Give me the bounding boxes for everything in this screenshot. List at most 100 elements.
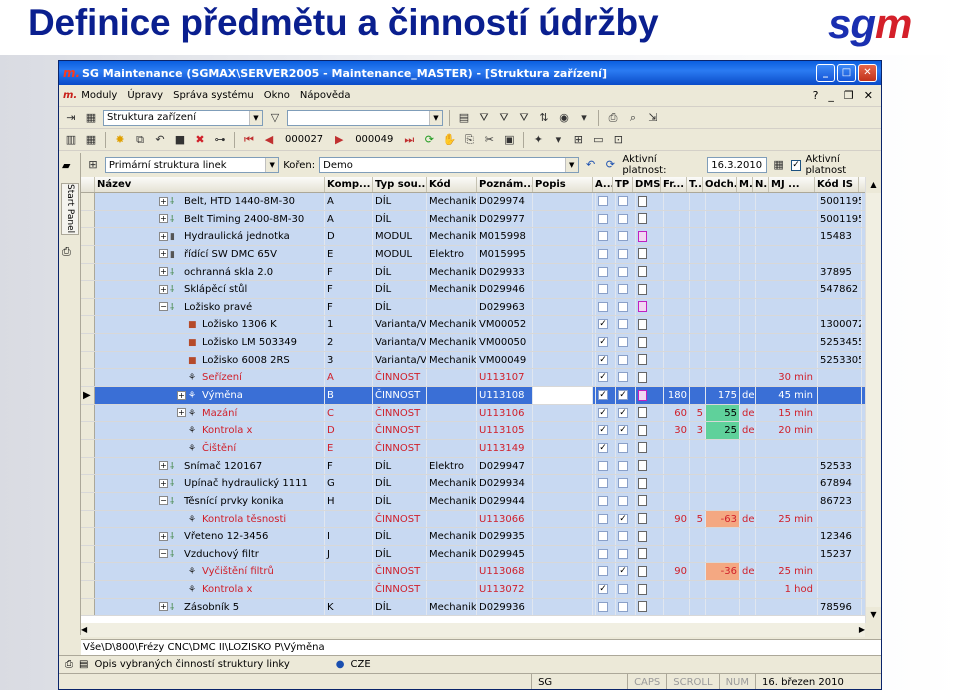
exit-icon[interactable]: ⇥ (63, 110, 79, 126)
kod-is-cell[interactable]: 547862 (818, 281, 862, 298)
position-cell[interactable]: 1 (325, 316, 373, 334)
unit-cell[interactable] (740, 210, 756, 228)
code-cell[interactable]: D029933 (477, 263, 533, 281)
tp-checkbox[interactable]: ✓ (618, 390, 628, 401)
row-indicator[interactable] (81, 316, 95, 334)
tp-checkbox[interactable] (618, 213, 628, 224)
mdi-restore-icon[interactable]: ❐ (844, 89, 854, 102)
position-cell[interactable] (325, 510, 373, 528)
tolerance-cell[interactable] (690, 281, 706, 298)
kod-is-cell[interactable] (818, 387, 862, 404)
scroll-right-icon[interactable]: ▶ (859, 623, 865, 637)
type-cell[interactable]: DÍL (373, 281, 427, 298)
unit-cell[interactable] (740, 581, 756, 598)
duration-cell[interactable] (756, 263, 818, 281)
row-indicator[interactable] (81, 439, 95, 457)
new-record-icon[interactable]: ✸ (112, 132, 128, 148)
dms-cell[interactable] (636, 193, 664, 210)
duration-cell[interactable] (756, 439, 818, 457)
tp-cell[interactable] (616, 210, 636, 228)
tolerance-cell[interactable] (690, 351, 706, 369)
eye-icon[interactable]: ◉ (556, 110, 572, 126)
table-row[interactable]: +⸸ Vřeteno 12-3456 I DÍL MechanikaD029935 123… (81, 528, 865, 546)
kod-is-cell[interactable]: 13000721 (818, 316, 862, 334)
frequency-cell[interactable] (664, 316, 690, 334)
table-row[interactable]: ⚘ Kontrola těsnosti ČINNOST U113066 ✓ 90 5 -63 d… (81, 510, 865, 529)
dms-cell[interactable] (636, 581, 664, 598)
horizontal-scrollbar[interactable]: ◀ ▶ (81, 623, 865, 637)
expand-icon[interactable]: + (159, 461, 168, 471)
print-preview-icon[interactable]: ⌕ (625, 110, 641, 126)
expand-icon[interactable]: + (159, 249, 168, 259)
note-cell[interactable] (533, 193, 593, 210)
active-checkbox[interactable] (598, 248, 608, 259)
column-header[interactable]: Popis (533, 177, 593, 192)
tp-checkbox[interactable] (618, 531, 628, 542)
tp-cell[interactable] (616, 457, 636, 475)
position-cell[interactable]: A (325, 210, 373, 228)
paste-icon[interactable]: ⎘ (461, 132, 477, 148)
code-cell[interactable]: U113107 (477, 369, 533, 387)
deviation-cell[interactable] (706, 193, 740, 210)
duration-cell[interactable] (756, 492, 818, 510)
active-cell[interactable] (596, 475, 616, 492)
tp-checkbox[interactable]: ✓ (618, 425, 628, 436)
dms-cell[interactable] (636, 351, 664, 369)
deviation-cell[interactable]: 55 (706, 404, 740, 422)
active-cell[interactable]: ✓ (596, 334, 616, 351)
kind-cell[interactable]: Mechanika (427, 263, 477, 281)
position-cell[interactable] (325, 563, 373, 581)
name-cell[interactable]: − ⸸ Těsnící prvky konika (95, 492, 325, 510)
column-header[interactable]: N... (753, 177, 769, 192)
code-cell[interactable]: D029974 (477, 193, 533, 210)
active-validity-checkbox[interactable]: ✓ (790, 159, 802, 171)
frequency-cell[interactable] (664, 210, 690, 228)
frequency-cell[interactable] (664, 263, 690, 281)
column-header[interactable]: M... (737, 177, 753, 192)
view-combo[interactable]: Struktura zařízení ▼ (103, 109, 263, 126)
tp-checkbox[interactable] (618, 266, 628, 277)
tolerance-cell[interactable] (690, 316, 706, 334)
expand-icon[interactable]: + (159, 231, 168, 241)
note-cell[interactable] (533, 316, 593, 334)
kind-cell[interactable]: Mechanika (427, 210, 477, 228)
note-cell[interactable] (533, 492, 593, 510)
note-cell[interactable] (533, 439, 593, 457)
document-icon[interactable] (638, 301, 647, 313)
frequency-cell[interactable]: 90 (664, 563, 690, 581)
duration-cell[interactable]: 25 min (756, 510, 818, 528)
code-cell[interactable]: U113072 (477, 581, 533, 598)
frequency-cell[interactable] (664, 351, 690, 369)
deviation-cell[interactable]: 25 (706, 422, 740, 439)
table-row[interactable]: + ▮ řídící SW DMC 65V E MODUL Elektro M015995 (81, 245, 865, 264)
position-cell[interactable]: F (325, 457, 373, 475)
name-cell[interactable]: + ⸸ Upínač hydraulický 1111 (95, 475, 325, 492)
kind-cell[interactable] (427, 369, 477, 387)
tolerance-cell[interactable] (690, 492, 706, 510)
dms-cell[interactable] (636, 545, 664, 563)
active-cell[interactable] (596, 528, 616, 545)
duration-cell[interactable] (756, 598, 818, 616)
active-checkbox[interactable] (598, 548, 608, 559)
document-icon[interactable] (638, 230, 647, 242)
name-cell[interactable]: − ⸸ Ložisko pravé (95, 298, 325, 316)
tree-icon[interactable]: ⊞ (570, 132, 586, 148)
menu-moduly[interactable]: Moduly (81, 90, 117, 101)
duration-cell[interactable] (756, 528, 818, 545)
kind-cell[interactable]: Mechanika (427, 281, 477, 298)
vertical-scrollbar[interactable]: ▲ ▼ (865, 177, 881, 623)
tp-cell[interactable] (616, 316, 636, 334)
unit-cell[interactable] (740, 528, 756, 545)
help-cursor-icon[interactable]: ? (813, 89, 819, 102)
document-icon[interactable] (638, 477, 647, 489)
unit-cell[interactable] (740, 281, 756, 298)
next-record-icon[interactable]: ▶ (331, 132, 347, 148)
dms-cell[interactable] (636, 369, 664, 387)
tp-checkbox[interactable] (618, 231, 628, 242)
deviation-cell[interactable] (706, 457, 740, 475)
column-header[interactable]: DMS (633, 177, 661, 192)
code-cell[interactable]: D029977 (477, 210, 533, 228)
column-header[interactable]: Fr... (661, 177, 687, 192)
position-cell[interactable]: H (325, 492, 373, 510)
duration-cell[interactable] (756, 316, 818, 334)
